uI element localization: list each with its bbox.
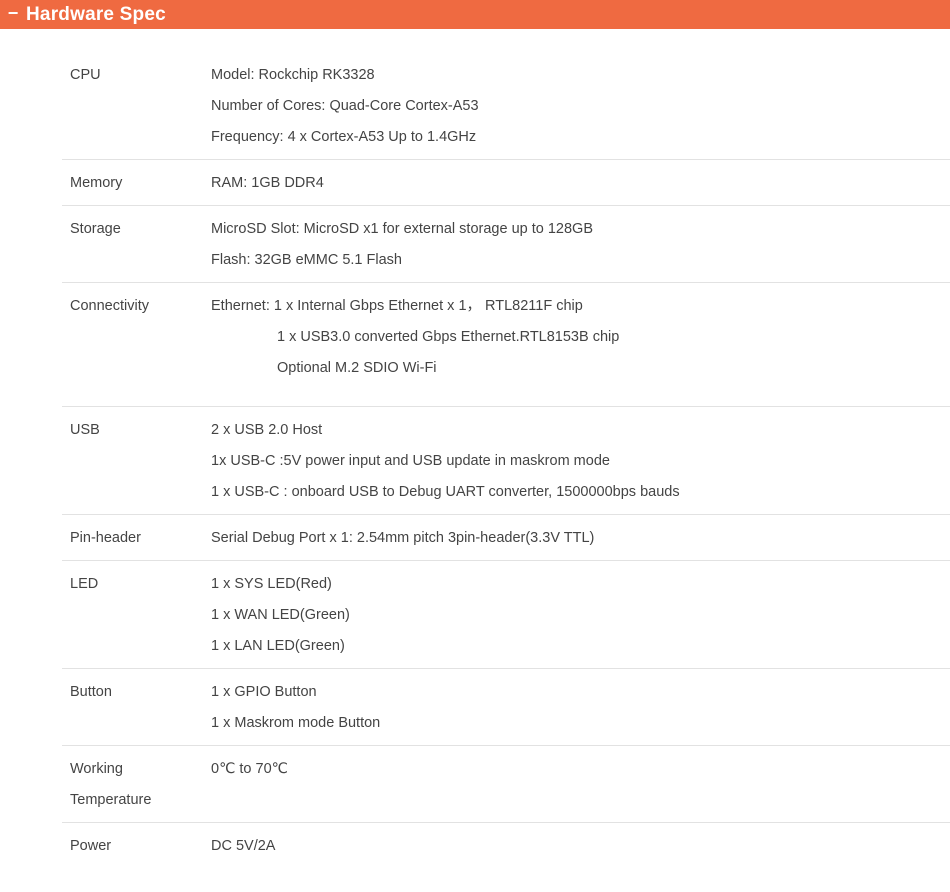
spec-row-storage: Storage MicroSD Slot: MicroSD x1 for ext… bbox=[62, 206, 950, 283]
spec-value: 1 x SYS LED(Red) 1 x WAN LED(Green) 1 x … bbox=[211, 561, 950, 669]
spec-label: Working Temperature bbox=[62, 746, 211, 823]
spec-row-connectivity: Connectivity Ethernet: 1 x Internal Gbps… bbox=[62, 283, 950, 407]
section-header[interactable]: − Hardware Spec bbox=[0, 0, 950, 29]
spec-label: USB bbox=[70, 422, 100, 438]
collapse-icon[interactable]: − bbox=[6, 4, 20, 22]
spec-line: Ethernet: 1 x Internal Gbps Ethernet x 1… bbox=[211, 298, 583, 314]
spec-value: MicroSD Slot: MicroSD x1 for external st… bbox=[211, 206, 950, 283]
spec-value: 1 x GPIO Button 1 x Maskrom mode Button bbox=[211, 669, 950, 746]
spec-value: 2 x USB 2.0 Host 1x USB-C :5V power inpu… bbox=[211, 407, 950, 515]
spec-row-working-temperature: Working Temperature 0℃ to 70℃ bbox=[62, 746, 950, 823]
spec-line: 1 x GPIO Button bbox=[211, 684, 317, 700]
spec-row-memory: Memory RAM: 1GB DDR4 bbox=[62, 160, 950, 206]
spec-row-cpu: CPU Model: Rockchip RK3328 Number of Cor… bbox=[62, 52, 950, 160]
spec-line: Optional M.2 SDIO Wi-Fi bbox=[277, 360, 437, 376]
spec-line: 1 x WAN LED(Green) bbox=[211, 607, 350, 623]
spec-row-button: Button 1 x GPIO Button 1 x Maskrom mode … bbox=[62, 669, 950, 746]
spec-label: CPU bbox=[70, 67, 101, 83]
spec-line: Frequency: 4 x Cortex-A53 Up to 1.4GHz bbox=[211, 129, 477, 145]
spec-line: 1 x USB3.0 converted Gbps Ethernet.RTL81… bbox=[277, 329, 620, 345]
spec-row-usb: USB 2 x USB 2.0 Host 1x USB-C :5V power … bbox=[62, 407, 950, 515]
spec-line: Flash: 32GB eMMC 5.1 Flash bbox=[211, 252, 402, 268]
spec-row-power: Power DC 5V/2A bbox=[62, 823, 950, 869]
spec-line: MicroSD Slot: MicroSD x1 for external st… bbox=[211, 221, 593, 237]
spec-line: 1x USB-C :5V power input and USB update … bbox=[211, 453, 610, 469]
spec-value: 0℃ to 70℃ bbox=[211, 746, 950, 823]
spec-line: DC 5V/2A bbox=[211, 838, 276, 854]
spec-line: Serial Debug Port x 1: 2.54mm pitch 3pin… bbox=[211, 530, 595, 546]
spec-value: Ethernet: 1 x Internal Gbps Ethernet x 1… bbox=[211, 283, 950, 407]
spec-line: 1 x Maskrom mode Button bbox=[211, 715, 381, 731]
spec-label: Memory bbox=[70, 175, 123, 191]
spec-label: Connectivity bbox=[70, 298, 149, 314]
spec-label: Pin-header bbox=[70, 530, 141, 546]
hardware-spec-table: CPU Model: Rockchip RK3328 Number of Cor… bbox=[62, 52, 950, 868]
spec-value: Serial Debug Port x 1: 2.54mm pitch 3pin… bbox=[211, 515, 950, 561]
spec-label-line: Temperature bbox=[70, 792, 152, 808]
spec-label-line: Working bbox=[70, 761, 123, 777]
spec-label: Button bbox=[70, 684, 112, 700]
spec-value: RAM: 1GB DDR4 bbox=[211, 160, 950, 206]
spec-line: 0℃ to 70℃ bbox=[211, 761, 288, 777]
spec-label: Power bbox=[70, 838, 112, 854]
spec-line: 1 x SYS LED(Red) bbox=[211, 576, 332, 592]
spec-value: Model: Rockchip RK3328 Number of Cores: … bbox=[211, 52, 950, 160]
spec-value: DC 5V/2A bbox=[211, 823, 950, 869]
section-title: Hardware Spec bbox=[26, 3, 166, 25]
spec-row-pin-header: Pin-header Serial Debug Port x 1: 2.54mm… bbox=[62, 515, 950, 561]
spec-line: 1 x USB-C : onboard USB to Debug UART co… bbox=[211, 484, 680, 500]
spec-line: 1 x LAN LED(Green) bbox=[211, 638, 345, 654]
spec-label: LED bbox=[70, 576, 99, 592]
spec-row-led: LED 1 x SYS LED(Red) 1 x WAN LED(Green) … bbox=[62, 561, 950, 669]
spec-line: 2 x USB 2.0 Host bbox=[211, 422, 323, 438]
spec-label: Storage bbox=[70, 221, 121, 237]
spec-line: Number of Cores: Quad-Core Cortex-A53 bbox=[211, 98, 479, 114]
spec-line: Model: Rockchip RK3328 bbox=[211, 67, 375, 83]
spec-line: RAM: 1GB DDR4 bbox=[211, 175, 324, 191]
